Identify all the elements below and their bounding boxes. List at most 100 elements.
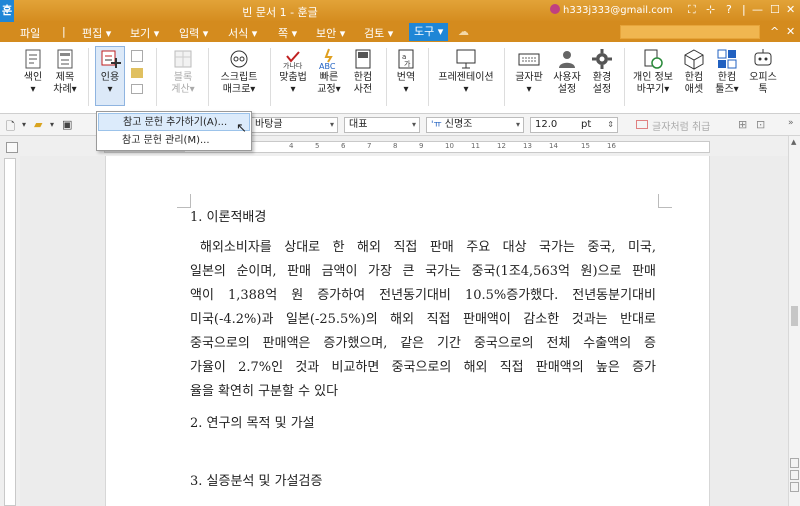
ribbon-separator (156, 48, 157, 106)
chevron-down-icon: ▾ (329, 120, 334, 129)
collapse-ribbon-icon[interactable]: ^ (770, 25, 779, 38)
user-settings-icon (559, 51, 575, 68)
ribbon-separator (504, 48, 505, 106)
crop-mark (658, 194, 672, 208)
minimize-icon[interactable]: — (752, 3, 763, 16)
index-button[interactable]: 색인 ▾ (20, 48, 46, 96)
citation-button[interactable]: 인용 ▾ (96, 48, 124, 96)
page-select-icon[interactable] (790, 470, 799, 480)
overflow-chevron-icon[interactable]: » (788, 118, 794, 128)
keyboard-button[interactable]: 글자판 ▾ (512, 48, 546, 96)
window-title: 빈 문서 1 - 훈글 (242, 6, 318, 19)
font-size-value: 12.0 (535, 119, 558, 130)
user-settings-button[interactable]: 사용자 설정 (550, 48, 584, 96)
help-icon[interactable]: ? (726, 3, 732, 16)
tools-label: 한컴 (717, 72, 737, 83)
index-icon (25, 49, 41, 69)
paragraph-line: 해외소비자를 상대로 한 해외 직접 판매 주요 대상 국가는 중국, 미국, (200, 240, 656, 255)
paragraph-line: 일본의 순이며, 판매 금액이 가장 큰 국가는 중국(1조4,563억 원)으… (190, 264, 656, 279)
highlight-pen-icon (131, 68, 143, 78)
heading-analysis: 3. 실증분석 및 가설검증 (190, 474, 323, 489)
privacy-label: 개인 정보 (633, 72, 673, 83)
account[interactable]: h333j333@gmail.com (550, 4, 673, 16)
svg-text:가나다: 가나다 (283, 61, 303, 70)
scroll-up-icon[interactable]: ▲ (791, 138, 796, 146)
script-macro-button[interactable]: 스크립트 매크로▾ (216, 48, 262, 96)
font-size-input[interactable]: 12.0 pt ⇕ (530, 117, 618, 133)
privacy-button[interactable]: 개인 정보 바꾸기▾ (630, 48, 676, 96)
page-down-icon[interactable] (790, 482, 799, 492)
menu-security[interactable]: 보안 ▾ (316, 25, 345, 41)
fullscreen-icon[interactable]: ⛶ (688, 3, 696, 17)
menu-format[interactable]: 서식 ▾ (228, 25, 257, 41)
translate-icon: a가 (398, 49, 414, 69)
dictionary-button[interactable]: 한컴 사전 (348, 48, 378, 96)
block-calc-button[interactable]: 블록 계산▾ (168, 48, 198, 96)
ruler-number: 8 (393, 142, 398, 150)
style-select[interactable]: 바탕글 ▾ (250, 117, 338, 133)
font-select[interactable]: 'ㅠ 신명조 ▾ (426, 117, 524, 133)
maximize-icon[interactable]: ☐ (770, 3, 780, 16)
menu-file[interactable]: 파일 (20, 25, 40, 41)
settings-button[interactable]: 환경 설정 (588, 48, 616, 96)
size-spinner-icon: ⇕ (607, 120, 614, 129)
asset-label: 한컴 (684, 72, 704, 83)
menu-edit[interactable]: 편집 ▾ (82, 25, 111, 41)
toc-button[interactable]: 제목 차례▾ (52, 48, 78, 96)
quick-correct-button[interactable]: ABC 빠른 교정▾ (314, 48, 344, 96)
page-up-icon[interactable] (790, 458, 799, 468)
new-dropdown-icon[interactable]: ▾ (22, 120, 26, 129)
open-folder-icon[interactable]: ▰ (34, 118, 42, 131)
new-document-icon[interactable]: 🗋 (6, 118, 15, 137)
font-unit: pt (581, 119, 592, 130)
manage-references-item[interactable]: 참고 문헌 관리(M)... (98, 132, 250, 150)
ruler-number: 5 (315, 142, 320, 150)
font-type-icon: 'ㅠ (431, 120, 442, 130)
scroll-thumb[interactable] (791, 306, 798, 326)
menu-view[interactable]: 보기 ▾ (130, 25, 159, 41)
menu-insert[interactable]: 입력 ▾ (179, 25, 208, 41)
quick-correct-sub: 교정▾ (317, 84, 341, 95)
menu-review[interactable]: 검토 ▾ (364, 25, 393, 41)
treat-as-char-icon[interactable] (636, 120, 648, 129)
close-icon[interactable]: ✕ (786, 3, 795, 16)
mouse-cursor-icon: ↖ (236, 121, 247, 136)
vertical-ruler[interactable] (4, 158, 16, 506)
ruler-number: 15 (581, 142, 590, 150)
translate-button[interactable]: a가 번역 ▾ (392, 48, 420, 96)
citation-extra-buttons[interactable] (128, 50, 146, 94)
language-select[interactable]: 대표 ▾ (344, 117, 420, 133)
heading-purpose: 2. 연구의 목적 및 가설 (190, 416, 315, 431)
language-value: 대표 (349, 119, 368, 130)
user-settings-label: 사용자 (553, 72, 581, 83)
ruler-corner-button[interactable] (6, 142, 18, 153)
cloud-icon[interactable]: ☁ (458, 25, 469, 38)
grid-dotted-icon[interactable]: ⊡ (756, 118, 765, 131)
privacy-sub: 바꾸기▾ (636, 84, 670, 95)
ruler-number: 6 (341, 142, 346, 150)
ribbon: 색인 ▾ 제목 차례▾ 인용 ▾ 블록 계산▾ 스크립트 매크로▾ 가나다 맞춤법 ▾ AB… (0, 42, 800, 114)
heading-theory: 1. 이론적배경 (190, 210, 267, 225)
search-input[interactable] (620, 25, 760, 39)
tools-button[interactable]: 한컴 툴즈▾ (712, 48, 742, 96)
vertical-scrollbar[interactable]: ▲ (788, 136, 800, 506)
grid-icon[interactable]: ⊞ (738, 118, 747, 131)
chevron-down-icon: ▾ (411, 120, 416, 129)
presentation-button[interactable]: 프레젠테이션 ▾ (436, 48, 496, 96)
ruler-number: 10 (445, 142, 454, 150)
svg-text:가: 가 (404, 59, 411, 68)
spellcheck-button[interactable]: 가나다 맞춤법 ▾ (276, 48, 310, 96)
treat-as-char-label[interactable]: 글자처럼 취급 (652, 118, 710, 133)
asset-sub: 애셋 (684, 84, 704, 95)
copy-icon (131, 50, 143, 62)
asset-button[interactable]: 한컴 애셋 (680, 48, 708, 96)
add-reference-item[interactable]: 참고 문헌 추가하기(A)... (98, 113, 250, 131)
spellcheck-label: 맞춤법 (279, 72, 307, 83)
menu-page[interactable]: 쪽 ▾ (278, 25, 297, 41)
menu-tools[interactable]: 도구 ▾ (409, 23, 449, 41)
move-icon[interactable]: ⊹ (706, 3, 715, 16)
save-icon[interactable]: ▣ (62, 118, 72, 131)
office-talk-button[interactable]: 오피스 톡 (746, 48, 780, 96)
open-dropdown-icon[interactable]: ▾ (50, 120, 54, 129)
close-document-icon[interactable]: ✕ (786, 25, 795, 38)
